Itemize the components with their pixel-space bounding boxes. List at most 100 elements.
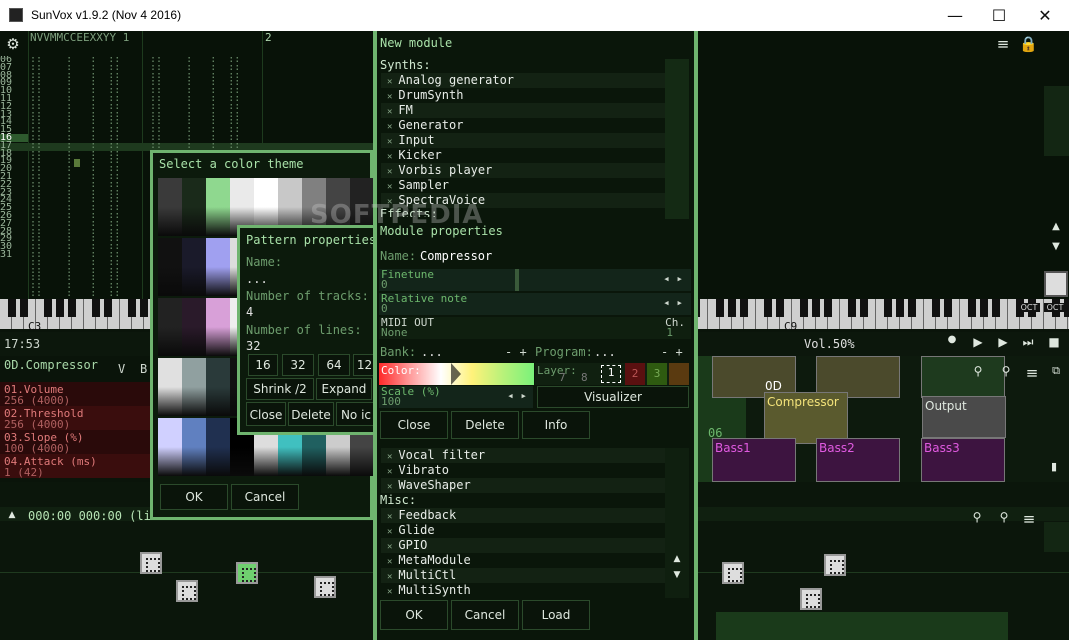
theme-swatch[interactable]	[206, 418, 230, 476]
pattern-block-2[interactable]	[176, 580, 198, 602]
module-list-item[interactable]: ✕ WaveShaper	[381, 478, 665, 493]
zoom-out-icon[interactable]: ⚲	[996, 364, 1016, 378]
theme-swatch[interactable]	[158, 418, 182, 476]
stop-button[interactable]: ■	[1046, 335, 1062, 349]
theme-swatch[interactable]	[182, 238, 206, 296]
module-list-item[interactable]: ✕ Input	[381, 133, 665, 148]
modules-menu-icon[interactable]: ≡	[1022, 364, 1042, 382]
pattern-block-6[interactable]	[800, 588, 822, 610]
module-list-item[interactable]: ✕ DrumSynth	[381, 88, 665, 103]
module-list-item[interactable]: ✕ Kicker	[381, 148, 665, 163]
module-node-bass1[interactable]: Bass1	[712, 438, 796, 482]
lines-32-button[interactable]: 32	[282, 354, 314, 376]
pattern-block-5[interactable]	[824, 554, 846, 576]
lines-16-button[interactable]: 16	[248, 354, 278, 376]
theme-swatch[interactable]	[158, 298, 182, 356]
theme-swatch[interactable]	[206, 178, 230, 236]
module-list-item[interactable]: ✕ Vorbis player	[381, 163, 665, 178]
timeline-toggle-icon[interactable]: ▲	[5, 510, 19, 520]
theme-swatch[interactable]	[158, 358, 182, 416]
module-name-value[interactable]: Compressor	[420, 249, 492, 263]
theme-cancel-button[interactable]: Cancel	[231, 484, 299, 510]
new-module-ok-button[interactable]: OK	[380, 600, 448, 630]
levels-icon[interactable]: ▮	[1044, 460, 1064, 473]
theme-swatch[interactable]	[158, 178, 182, 236]
timeline-zoom-in-icon[interactable]: ⚲	[968, 510, 986, 524]
scroll-up-icon[interactable]: ▲	[1047, 221, 1065, 232]
modules-view[interactable]: 0D Output Compressor 06 Bass1 Bass2 Bass…	[696, 356, 1069, 482]
bank-stepper[interactable]: - +	[505, 345, 527, 359]
maximize-button[interactable]: ☐	[976, 0, 1022, 31]
new-module-cancel-button[interactable]: Cancel	[451, 600, 519, 630]
scroll-down-icon[interactable]: ▼	[1047, 241, 1065, 252]
play-from-button[interactable]: ⏭	[1020, 335, 1036, 350]
program-stepper[interactable]: - +	[661, 345, 683, 359]
module-list-item[interactable]: ✕ Glide	[381, 523, 665, 538]
module-list-item[interactable]: ✕ MultiSynth	[381, 583, 665, 598]
timeline-zoom-out-icon[interactable]: ⚲	[995, 510, 1013, 524]
lock-icon[interactable]: 🔒	[1019, 35, 1038, 53]
module-node-bass2[interactable]: Bass2	[816, 438, 900, 482]
module-list-item[interactable]: ✕ Sampler	[381, 178, 665, 193]
module-list-item[interactable]: ✕ MetaModule	[381, 553, 665, 568]
pattern-block-4[interactable]	[722, 562, 744, 584]
controller-3[interactable]: 03.Slope (%) 100 (4000)	[0, 430, 150, 454]
controller-2[interactable]: 02.Threshold 256 (4000)	[0, 406, 150, 430]
module-list-item[interactable]: ✕ Analog generator	[381, 73, 665, 88]
new-module-scrollbar[interactable]	[665, 59, 689, 219]
lines-64-button[interactable]: 64	[318, 354, 350, 376]
module-node-compressor[interactable]: Compressor	[764, 392, 848, 444]
module-list-item[interactable]: ✕ Vocal filter	[381, 448, 665, 463]
module-list-item[interactable]: ✕ Vibrato	[381, 463, 665, 478]
controller-4[interactable]: 04.Attack (ms) 1 (42)	[0, 454, 150, 478]
pattern-block-3[interactable]	[314, 576, 336, 598]
pattern-block-1[interactable]	[140, 552, 162, 574]
module-list-item[interactable]: ✕ GPIO	[381, 538, 665, 553]
theme-swatch[interactable]	[206, 238, 230, 296]
link-icon[interactable]: ⧉	[1046, 364, 1066, 378]
theme-swatch[interactable]	[182, 358, 206, 416]
timeline-menu-icon[interactable]: ≡	[1020, 510, 1038, 528]
theme-ok-button[interactable]: OK	[160, 484, 228, 510]
tracks-value[interactable]: 4	[246, 305, 253, 319]
pattern-close-button[interactable]: Close	[246, 402, 286, 426]
lines-value[interactable]: 32	[246, 339, 260, 353]
visualizer-button[interactable]: Visualizer	[537, 386, 689, 408]
module-node-c[interactable]	[921, 356, 1005, 398]
theme-swatch[interactable]	[182, 178, 206, 236]
module-list-item[interactable]: ✕ Generator	[381, 118, 665, 133]
module-list-item[interactable]: ✕ Feedback	[381, 508, 665, 523]
finetune-slider[interactable]: Finetune 0 ◂ ▸	[379, 269, 691, 291]
v-label[interactable]: V	[118, 362, 125, 376]
scrollbar[interactable]	[1044, 86, 1069, 156]
module-node-bass3[interactable]: Bass3	[921, 438, 1005, 482]
theme-swatch[interactable]	[206, 358, 230, 416]
module-info-button[interactable]: Info	[522, 411, 590, 439]
zoom-in-icon[interactable]: ⚲	[968, 364, 988, 378]
no-icon-button[interactable]: No ic	[336, 402, 376, 426]
rec-button[interactable]: ●	[944, 334, 960, 345]
theme-swatch[interactable]	[182, 418, 206, 476]
play-pattern-button[interactable]: ▶	[995, 335, 1011, 349]
shrink-button[interactable]: Shrink /2	[246, 378, 314, 400]
timeline-scrollbar[interactable]	[1044, 522, 1069, 552]
menu-icon[interactable]: ⚙	[4, 35, 22, 53]
new-module-load-button[interactable]: Load	[522, 600, 590, 630]
hamburger-icon[interactable]: ≡	[994, 35, 1012, 53]
name-value[interactable]: ...	[246, 272, 268, 286]
module-close-button[interactable]: Close	[380, 411, 448, 439]
module-list-item[interactable]: ✕ MultiCtl	[381, 568, 665, 583]
layer-selector[interactable]: Layer: 7 8 1 2 3	[535, 363, 689, 385]
oct-down-button[interactable]: OCT	[1018, 303, 1040, 312]
module-icon[interactable]	[1044, 271, 1068, 297]
play-button[interactable]: ▶	[970, 335, 986, 349]
b-label[interactable]: B	[140, 362, 147, 376]
module-node-output[interactable]: Output	[922, 396, 1006, 438]
list-scrollbar[interactable]: ▲ ▼	[665, 448, 689, 598]
controller-1[interactable]: 01.Volume 256 (4000)	[0, 382, 150, 406]
program-value[interactable]: ...	[594, 345, 616, 359]
close-window-button[interactable]: ✕	[1022, 0, 1068, 31]
theme-swatch[interactable]	[182, 298, 206, 356]
relative-note-slider[interactable]: Relative note 0 ◂ ▸	[379, 293, 691, 315]
expand-button[interactable]: Expand	[316, 378, 372, 400]
